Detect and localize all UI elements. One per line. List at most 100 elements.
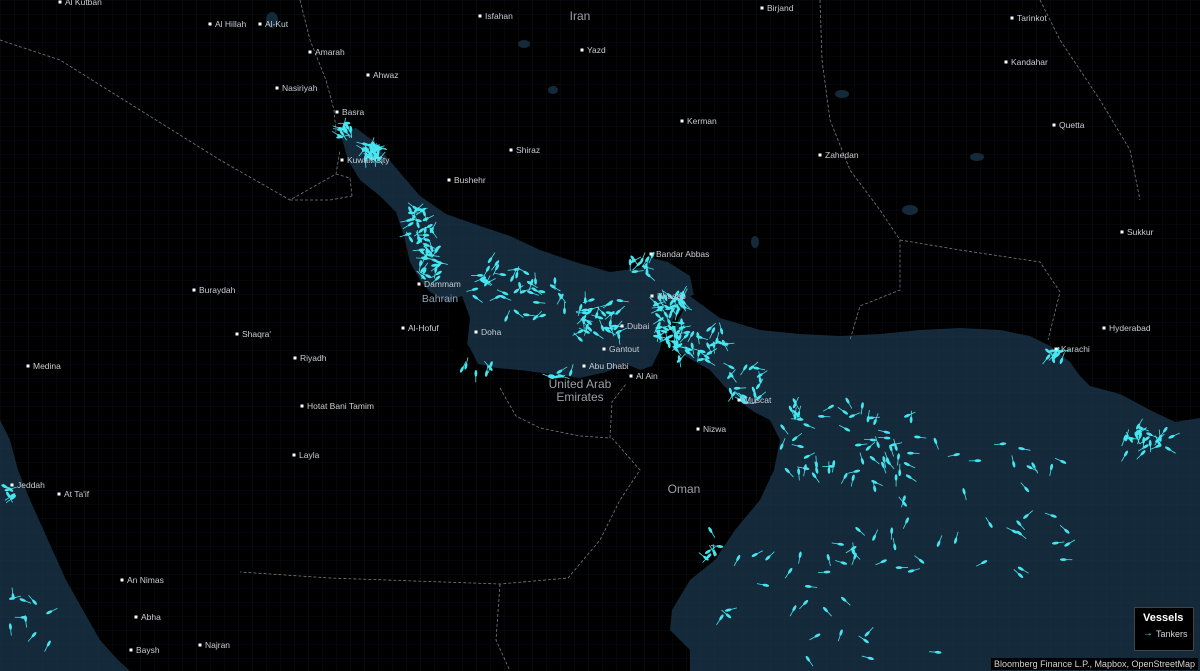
lake [548, 86, 558, 94]
map-svg: Al Kutban Al Hillah Al-Kut Isfahan Birjand Ta… [0, 0, 1200, 671]
city-nasiriyah[interactable]: Nasiriyah [275, 83, 318, 93]
lake [970, 153, 984, 161]
city-label: Al Kutban [65, 0, 102, 7]
city-label: Dubai [627, 321, 649, 331]
city-dot [1010, 16, 1014, 20]
city-dot [1004, 60, 1008, 64]
city-label: Kandahar [1011, 57, 1048, 67]
city-label: Birjand [767, 3, 794, 13]
city-dot [1102, 326, 1106, 330]
city-dot [649, 252, 653, 256]
lake [751, 236, 759, 248]
city-dot [308, 50, 312, 54]
city-dot [293, 356, 297, 360]
city-label: Medina [33, 361, 61, 371]
city-an-nimas[interactable]: An Nimas [120, 575, 164, 585]
city-label: Gantout [609, 344, 640, 354]
legend: Vessels → Tankers [1134, 607, 1194, 651]
city-label: Shaqra' [242, 329, 271, 339]
city-label: Bushehr [454, 175, 486, 185]
city-label: Najran [205, 640, 230, 650]
map-canvas[interactable]: Al Kutban Al Hillah Al-Kut Isfahan Birjand Ta… [0, 0, 1200, 671]
city-dot [292, 453, 296, 457]
city-label: Basra [342, 107, 364, 117]
country-label-uae: United Arab Emirates [549, 377, 612, 404]
city-label: Riyadh [300, 353, 327, 363]
city-dot [192, 288, 196, 292]
city-label: Bandar Abbas [656, 249, 709, 259]
city-dot [366, 73, 370, 77]
city-dot [478, 14, 482, 18]
city-dot [1054, 347, 1058, 351]
city-label: Doha [481, 327, 502, 337]
city-dot [818, 153, 822, 157]
city-label: Abha [141, 612, 161, 622]
city-hyderabad[interactable]: Hyderabad [1102, 323, 1151, 333]
city-label: Nasiriyah [282, 83, 318, 93]
lake [518, 40, 530, 48]
city-dot [57, 492, 61, 496]
city-label: Hyderabad [1109, 323, 1151, 333]
city-dot [629, 374, 633, 378]
city-dot [580, 48, 584, 52]
city-dammam[interactable]: Dammam [417, 279, 461, 289]
city-dot [602, 347, 606, 351]
city-dot [696, 427, 700, 431]
city-label: Ahwaz [373, 70, 399, 80]
city-label: Layla [299, 450, 320, 460]
city-label: Al-Hofuf [408, 323, 439, 333]
city-label: Jeddah [17, 480, 45, 490]
city-kutaban[interactable]: Al Kutban [58, 0, 103, 7]
city-dot [509, 148, 513, 152]
city-label: Kerman [687, 116, 717, 126]
city-dot [474, 330, 478, 334]
city-hotat[interactable]: Hotat Bani Tamim [300, 401, 374, 411]
city-label: Zahedan [825, 150, 859, 160]
city-dot [335, 110, 339, 114]
city-buraydah[interactable]: Buraydah [192, 285, 236, 295]
city-dot [120, 578, 124, 582]
city-dot [680, 119, 684, 123]
legend-title: Vessels [1143, 612, 1184, 624]
city-label: Al Hillah [215, 19, 246, 29]
arrow-icon: → [1143, 628, 1153, 639]
city-dot [275, 86, 279, 90]
city-dot [10, 483, 14, 487]
city-zahedan[interactable]: Zahedan [818, 150, 859, 160]
city-dot [1052, 123, 1056, 127]
city-dot [447, 178, 451, 182]
city-label: Nizwa [703, 424, 726, 434]
city-label: Sukkur [1127, 227, 1154, 237]
city-dot [235, 332, 239, 336]
place-label-bahrain: Bahrain [422, 293, 458, 305]
city-kandahar[interactable]: Kandahar [1004, 57, 1049, 67]
city-tarinkot[interactable]: Tarinkot [1010, 13, 1048, 23]
city-gantout[interactable]: Gantout [602, 344, 640, 354]
city-label: Kuwait City [347, 155, 390, 165]
city-abu-dhabi[interactable]: Abu Dhabi [582, 361, 629, 371]
city-label: Al Ain [636, 371, 658, 381]
city-dot [58, 0, 62, 4]
lake [902, 205, 918, 215]
city-bandar-abbas[interactable]: Bandar Abbas [649, 249, 710, 259]
city-label: An Nimas [127, 575, 164, 585]
city-label: Amarah [315, 47, 345, 57]
city-al-hillah[interactable]: Al Hillah [208, 19, 247, 29]
city-label: Isfahan [485, 11, 513, 21]
city-label: Al-Kut [265, 19, 289, 29]
city-label: Shiraz [516, 145, 540, 155]
city-dot [582, 364, 586, 368]
city-dot [737, 398, 741, 402]
city-dot [340, 158, 344, 162]
country-label-oman: Oman [668, 482, 701, 496]
city-label: Tarinkot [1017, 13, 1047, 23]
city-dot [134, 615, 138, 619]
city-dot [258, 22, 262, 26]
city-label: Hotat Bani Tamim [307, 401, 374, 411]
city-label: Khasab [657, 291, 686, 301]
city-dot [401, 326, 405, 330]
legend-item-tankers[interactable]: → Tankers [1143, 628, 1193, 640]
city-bushehr[interactable]: Bushehr [447, 175, 486, 185]
city-kuwait[interactable]: Kuwait City [340, 155, 391, 165]
city-al-hofuf[interactable]: Al-Hofuf [401, 323, 440, 333]
